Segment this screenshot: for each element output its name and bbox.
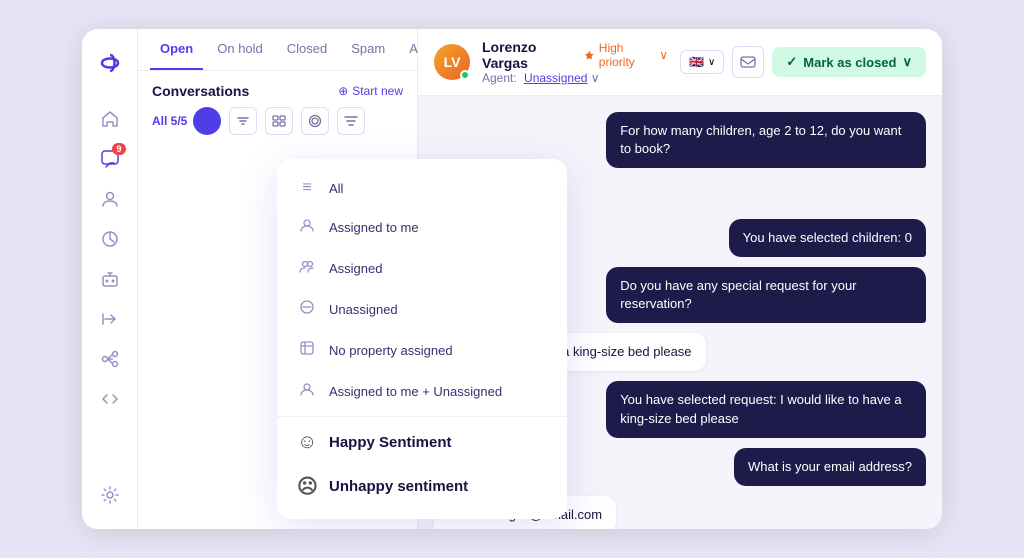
assigned-unassigned-icon — [297, 381, 317, 402]
chat-badge: 9 — [112, 143, 125, 155]
online-indicator — [460, 70, 470, 80]
dropdown-item-unassigned[interactable]: Unassigned — [277, 289, 567, 330]
tabs-bar: Open On hold Closed Spam All — [138, 29, 417, 71]
unhappy-icon: ☹ — [297, 474, 317, 499]
dropdown-item-assigned-me[interactable]: Assigned to me — [277, 207, 567, 248]
dropdown-item-unhappy[interactable]: ☹ Unhappy sentiment — [277, 464, 567, 509]
mark-as-closed-button[interactable]: ✓ Mark as closed ∨ — [772, 47, 926, 77]
start-new-button[interactable]: ⊕ Start new — [338, 84, 403, 98]
contact-name: Lorenzo Vargas — [482, 39, 576, 71]
priority-chevron-icon: ∨ — [659, 48, 668, 62]
dropdown-item-assigned-me-label: Assigned to me — [329, 220, 419, 235]
start-new-label: Start new — [352, 84, 403, 98]
message-1: For how many children, age 2 to 12, do y… — [606, 112, 926, 168]
message-3: You have selected children: 0 — [729, 219, 926, 257]
happy-icon: ☺ — [297, 431, 317, 454]
integrations-icon[interactable] — [92, 341, 128, 377]
header-actions: 🇬🇧 ∨ ✓ Mark as closed ∨ — [680, 46, 926, 78]
tab-spam[interactable]: Spam — [341, 29, 395, 70]
flag-icon: 🇬🇧 — [689, 55, 704, 69]
lang-chevron-icon: ∨ — [708, 57, 715, 68]
unassigned-icon — [297, 299, 317, 320]
tab-on-hold[interactable]: On hold — [207, 29, 273, 70]
chat-icon[interactable]: 9 — [92, 141, 128, 177]
home-icon[interactable] — [92, 101, 128, 137]
checkmark-icon: ✓ — [786, 54, 797, 70]
mark-closed-chevron-icon: ∨ — [902, 54, 912, 70]
language-selector[interactable]: 🇬🇧 ∨ — [680, 50, 724, 74]
group-button[interactable] — [265, 107, 293, 135]
filter-dropdown: ≡ All Assigned to me Assigned — [277, 159, 567, 519]
sidebar: 9 — [82, 29, 138, 529]
dropdown-item-assigned-label: Assigned — [329, 261, 382, 276]
dropdown-item-unhappy-label: Unhappy sentiment — [329, 478, 468, 495]
broadcast-icon[interactable] — [92, 301, 128, 337]
priority-label: High priority — [599, 41, 655, 69]
bot-icon[interactable] — [92, 261, 128, 297]
contacts-icon[interactable] — [92, 181, 128, 217]
app-container: 9 — [82, 29, 942, 529]
filter-button[interactable] — [337, 107, 365, 135]
active-filter-indicator — [193, 107, 221, 135]
agent-label: Agent: — [482, 71, 517, 85]
all-count-badge[interactable]: All 5/5 — [152, 107, 221, 135]
dropdown-item-assigned-unassigned-label: Assigned to me + Unassigned — [329, 384, 502, 399]
agent-value[interactable]: Unassigned — [524, 71, 587, 85]
dropdown-item-no-property[interactable]: No property assigned — [277, 330, 567, 371]
dropdown-item-happy[interactable]: ☺ Happy Sentiment — [277, 421, 567, 464]
sort-button[interactable] — [229, 107, 257, 135]
dropdown-item-assigned-unassigned[interactable]: Assigned to me + Unassigned — [277, 371, 567, 412]
conversations-title: Conversations — [152, 83, 249, 99]
all-count-label: All 5/5 — [152, 114, 187, 128]
agent-chevron-icon: ∨ — [591, 71, 600, 85]
dropdown-item-unassigned-label: Unassigned — [329, 302, 398, 317]
view-toggle-button[interactable] — [301, 107, 329, 135]
filter-bar: All 5/5 — [138, 107, 417, 143]
dropdown-item-assigned[interactable]: Assigned — [277, 248, 567, 289]
dropdown-item-all-label: All — [329, 181, 343, 196]
mark-closed-label: Mark as closed — [803, 55, 896, 70]
message-7: What is your email address? — [734, 448, 926, 486]
all-icon: ≡ — [297, 179, 317, 197]
tab-open[interactable]: Open — [150, 29, 203, 70]
tab-closed[interactable]: Closed — [277, 29, 337, 70]
chat-header-info: Lorenzo Vargas High priority ∨ Agent: Un… — [482, 39, 668, 85]
message-6: You have selected request: I would like … — [606, 381, 926, 437]
assigned-icon — [297, 258, 317, 279]
avatar-wrap: LV — [434, 44, 470, 80]
code-icon[interactable] — [92, 381, 128, 417]
dropdown-item-all[interactable]: ≡ All — [277, 169, 567, 207]
message-4: Do you have any special request for your… — [606, 267, 926, 323]
conversations-header: Conversations ⊕ Start new — [138, 71, 417, 107]
plus-icon: ⊕ — [338, 84, 348, 98]
email-button[interactable] — [732, 46, 764, 78]
logo[interactable] — [92, 45, 128, 81]
reports-icon[interactable] — [92, 221, 128, 257]
settings-icon[interactable] — [92, 477, 128, 513]
chat-header: LV Lorenzo Vargas High priority ∨ Agent: — [418, 29, 942, 96]
assigned-me-icon — [297, 217, 317, 238]
dropdown-item-no-property-label: No property assigned — [329, 343, 453, 358]
dropdown-item-happy-label: Happy Sentiment — [329, 434, 452, 451]
no-property-icon — [297, 340, 317, 361]
priority-badge[interactable]: High priority ∨ — [584, 41, 668, 69]
